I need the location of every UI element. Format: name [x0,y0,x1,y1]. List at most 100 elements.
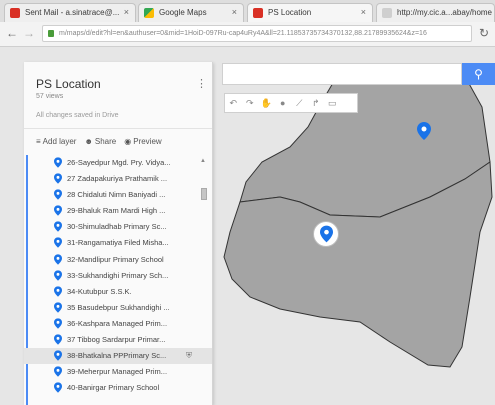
location-marker-selected [320,225,333,243]
layers-icon: ≡ [36,137,41,146]
list-item[interactable]: 34-Kutubpur S.S.K. [24,284,212,300]
tab-sent-mail[interactable]: Sent Mail - a.sinatrace@... × [4,3,136,22]
place-marker-icon [54,286,62,297]
list-item-label: 35 Basudebpur Sukhandighi ... [67,302,170,312]
place-marker-icon [54,205,62,216]
url-field[interactable]: m/maps/d/edit?hl=en&authuser=0&mid=1HoiD… [42,25,472,42]
list-item-label: 36-Kashpara Managed Prim... [67,318,168,328]
place-marker-icon [54,334,62,345]
gmail-icon [10,8,20,18]
directions-icon[interactable]: ↱ [308,98,325,109]
list-item[interactable]: 37 Tibbog Sardarpur Primar... [24,332,212,348]
list-item-label: 29-Bhaluk Ram Mardi High ... [67,206,166,216]
list-item[interactable]: 39-Meherpur Managed Prim... [24,364,212,380]
preview-button[interactable]: ◉ Preview [124,137,161,146]
url-text: m/maps/d/edit?hl=en&authuser=0&mid=1HoiD… [59,30,427,37]
list-item-label: 26-Sayedpur Mgd. Pry. Vidya... [67,158,171,167]
list-item-label: 40-Banirgar Primary School [67,383,160,393]
place-marker-icon [54,318,62,329]
list-item[interactable]: 30-Shimuladhab Primary Sc... [24,219,212,235]
list-item[interactable]: 36-Kashpara Managed Prim... [24,316,212,332]
undo-icon[interactable]: ↶ [225,98,242,109]
tab-title: PS Location [268,8,312,17]
list-item-label: 27 Zadapakuriya Prathamik ... [67,174,168,184]
hand-icon[interactable]: ✋ [258,98,275,109]
place-marker-icon [54,253,62,265]
map-toolbar: ↶ ↷ ✋ ● ⟋ ↱ ▭ [224,93,358,113]
list-item[interactable]: 32-Mandlipur Primary School [24,252,212,268]
tab-title: http://my.cic.a...abay/home [397,8,493,17]
add-person-icon: ☻ [84,137,93,146]
list-item-label: 33-Sukhandighi Primary Sch... [67,270,169,280]
lock-icon [48,30,54,37]
panel-actions: ≡ Add layer ☻ Share ◉ Preview [36,137,162,146]
list-item-label: 39-Meherpur Managed Prim... [67,367,168,377]
style-paint-icon[interactable]: ⛨ [186,348,192,364]
list-item[interactable]: 40-Banirgar Primary School [24,380,212,396]
list-item-label: 37 Tibbog Sardarpur Primar... [67,335,166,345]
tab-ps-location[interactable]: PS Location × [247,3,373,22]
search-input[interactable] [222,63,462,85]
list-item[interactable]: 27 Zadapakuriya Prathamik ... [24,171,212,187]
list-item[interactable]: 28 Chidaluti Nimn Baniyadi ... [24,187,212,203]
list-item-label: 28 Chidaluti Nimn Baniyadi ... [67,190,166,200]
save-status: All changes saved in Drive [36,112,119,119]
list-item[interactable]: 31-Rangamatiya Filed Misha... [24,235,212,251]
list-item-label: 38-Bhatkalna PPPrimary Sc... [67,351,167,361]
tab-my-page[interactable]: http://my.cic.a...abay/home [376,3,495,22]
place-marker-icon [54,173,62,184]
map-legend-panel: PS Location 57 views All changes saved i… [24,62,213,405]
place-marker-icon [54,382,62,393]
list-item[interactable]: 33-Sukhandighi Primary Sch... [24,268,212,284]
page-icon [382,8,392,18]
view-count: 57 views [36,93,64,100]
list-item[interactable]: 35 Basudebpur Sukhandighi ... [24,300,212,316]
list-item[interactable]: 29-Bhaluk Ram Mardi High ... [24,203,212,219]
location-marker-north[interactable] [417,122,431,140]
place-marker-icon [54,157,62,168]
list-item-label: 30-Shimuladhab Primary Sc... [67,222,167,232]
close-tab-icon[interactable]: × [124,7,129,17]
place-marker-icon [54,350,62,361]
list-item-label: 31-Rangamatiya Filed Misha... [67,238,169,248]
place-marker-icon [54,270,62,281]
add-layer-button[interactable]: ≡ Add layer [36,137,76,146]
search-icon: ⚲ [474,67,483,81]
list-item-label: 34-Kutubpur S.S.K. [67,286,132,296]
eye-icon: ◉ [124,137,132,146]
ruler-icon[interactable]: ▭ [324,98,341,109]
place-list: 26-Sayedpur Mgd. Pry. Vidya... 27 Zadapak… [24,155,212,396]
place-marker-icon [54,189,62,200]
map-title[interactable]: PS Location [36,77,101,91]
divider [24,128,212,129]
place-marker-icon [54,237,62,249]
scroll-up-icon[interactable]: ▲ [200,158,206,164]
maps-icon [144,8,154,18]
browser-tab-strip: Sent Mail - a.sinatrace@... × Google Map… [0,0,495,22]
polyline-icon[interactable]: ⟋ [291,98,308,109]
address-bar-row: ← → m/maps/d/edit?hl=en&authuser=0&mid=1… [0,22,495,47]
forward-icon[interactable]: → [23,26,35,40]
list-item[interactable]: 26-Sayedpur Mgd. Pry. Vidya... [24,155,212,171]
selected-marker-halo[interactable] [313,221,339,247]
marker-icon[interactable]: ● [275,98,292,108]
search-button[interactable]: ⚲ [462,63,495,85]
place-marker-icon [54,302,62,313]
close-tab-icon[interactable]: × [232,7,237,17]
scroll-thumb[interactable] [201,188,207,200]
list-scrollbar[interactable]: ▲ [200,158,207,403]
share-button[interactable]: ☻ Share [84,137,116,146]
more-options-icon[interactable]: ⋮ [196,77,207,90]
place-marker-icon [54,366,62,377]
list-item[interactable]: 38-Bhatkalna PPPrimary Sc... ⛨ [24,348,212,365]
close-tab-icon[interactable]: × [361,7,366,17]
back-icon[interactable]: ← [6,26,18,40]
tab-google-maps[interactable]: Google Maps × [138,3,244,22]
mymaps-icon [253,8,263,18]
tab-title: Sent Mail - a.sinatrace@... [25,8,120,17]
list-item-label: 32-Mandlipur Primary School [67,254,164,264]
redo-icon[interactable]: ↷ [242,98,259,109]
tab-title: Google Maps [159,8,207,17]
reload-icon[interactable]: ↻ [479,26,489,40]
place-marker-icon [54,221,62,233]
